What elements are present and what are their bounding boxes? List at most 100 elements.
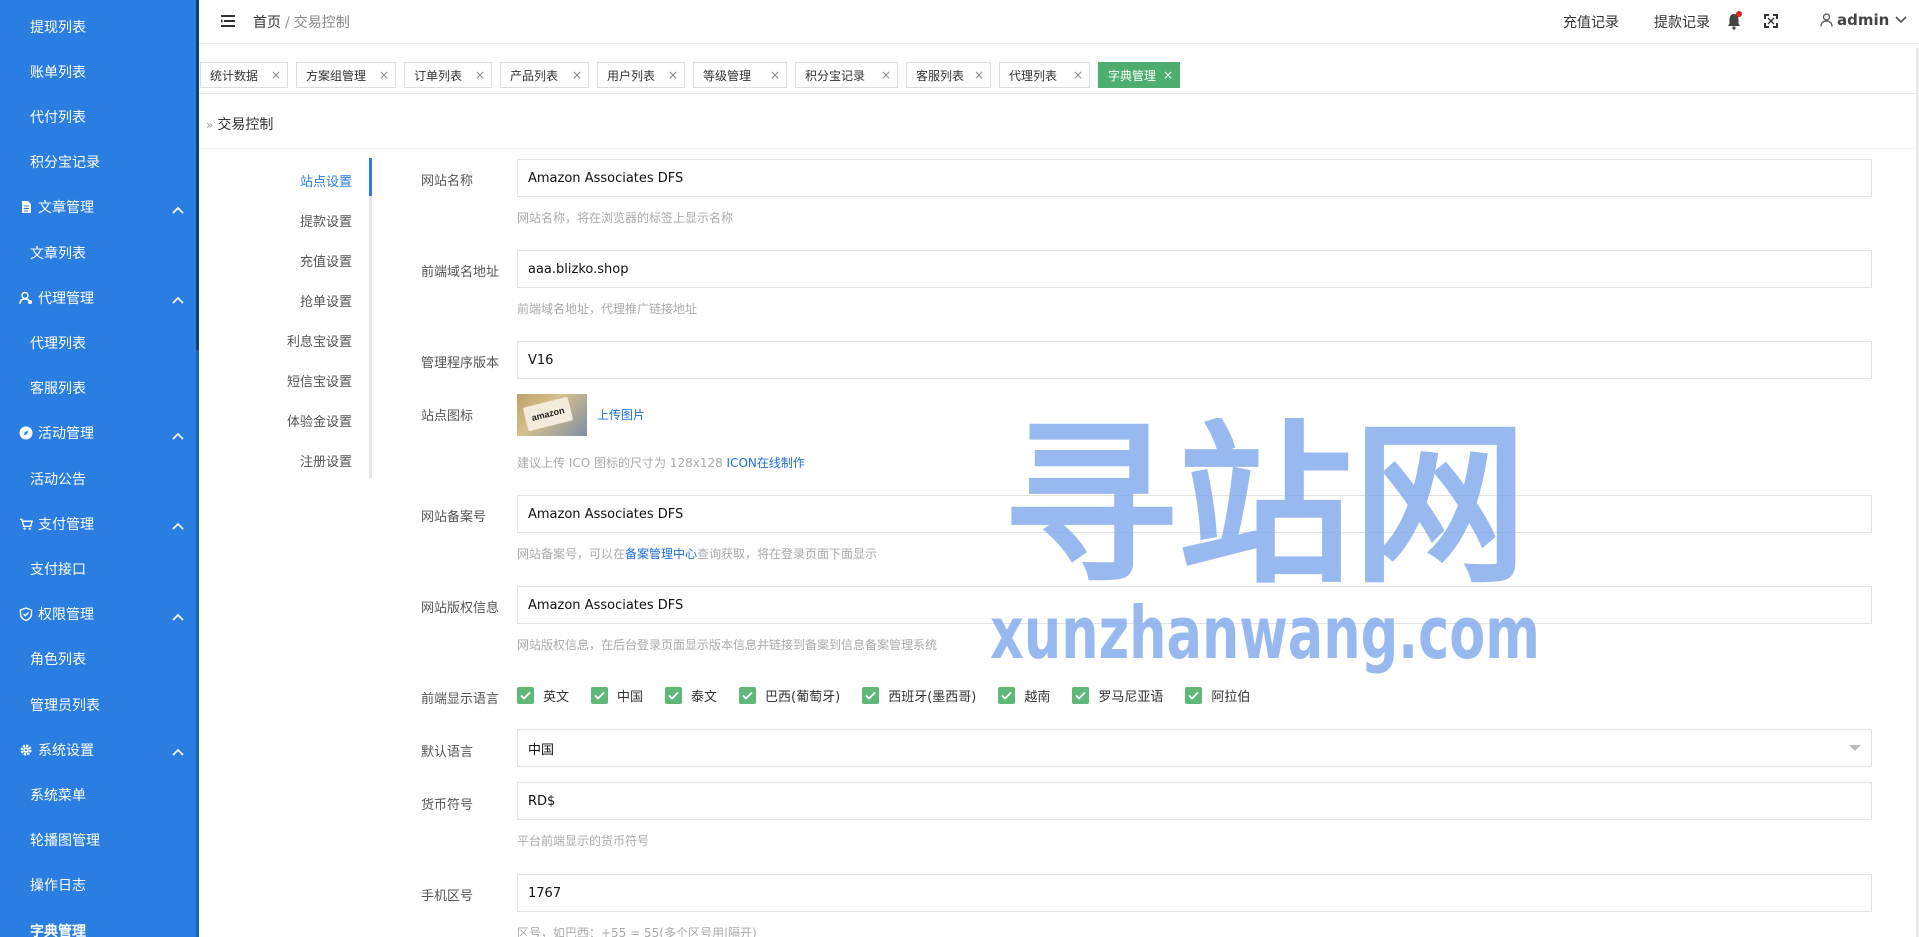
- settings-tab[interactable]: 抢单设置: [300, 291, 352, 310]
- language-checkbox[interactable]: 阿拉伯: [1185, 686, 1250, 705]
- tab-label: 方案组管理: [306, 68, 367, 83]
- tab-label: 代理列表: [1009, 68, 1058, 83]
- user-menu[interactable]: admin: [1820, 11, 1911, 29]
- upload-image-link[interactable]: 上传图片: [597, 406, 645, 423]
- sidebar-group[interactable]: 支付管理: [0, 501, 196, 546]
- sidebar-item[interactable]: 系统菜单: [0, 772, 196, 817]
- language-checkbox[interactable]: 中国: [591, 686, 643, 705]
- withdraw-records-link[interactable]: 提款记录: [1654, 12, 1710, 32]
- phone-code-input[interactable]: 1767: [517, 874, 1872, 912]
- sidebar-item[interactable]: 文章列表: [0, 230, 196, 275]
- tab-item[interactable]: 产品列表 ×: [500, 62, 589, 88]
- copyright-help: 网站版权信息，在后台登录页面显示版本信息并链接到备案到信息备案管理系统: [517, 638, 938, 652]
- close-icon[interactable]: ×: [1073, 68, 1083, 82]
- tab-item[interactable]: 代理列表 ×: [999, 62, 1090, 88]
- sidebar-group[interactable]: 权限管理: [0, 592, 196, 637]
- sidebar-item[interactable]: 角色列表: [0, 637, 196, 682]
- close-icon[interactable]: ×: [379, 68, 389, 82]
- sidebar-item[interactable]: 账单列表: [0, 49, 196, 94]
- close-icon[interactable]: ×: [974, 68, 984, 82]
- default-language-value: 中国: [528, 742, 555, 758]
- domain-help: 前端域名地址，代理推广链接地址: [517, 302, 698, 316]
- tab-item[interactable]: 方案组管理 ×: [296, 62, 396, 88]
- version-input[interactable]: V16: [517, 341, 1872, 379]
- site-icon-image[interactable]: amazon: [517, 394, 587, 436]
- language-checkbox[interactable]: 泰文: [665, 686, 717, 705]
- tab-item[interactable]: 等级管理 ×: [693, 62, 787, 88]
- language-label: 前端显示语言: [421, 692, 500, 707]
- chevron-up-icon[interactable]: [172, 292, 184, 304]
- language-checkbox[interactable]: 罗马尼亚语: [1072, 686, 1163, 705]
- site-icon-help: 建议上传 ICO 图标的尺寸为 128x128 ICON在线制作: [517, 454, 805, 471]
- sidebar-group[interactable]: 活动管理: [0, 411, 196, 456]
- chevron-up-icon[interactable]: [172, 518, 184, 530]
- settings-tab[interactable]: 站点设置: [300, 171, 352, 190]
- chevron-up-icon[interactable]: [172, 609, 184, 621]
- settings-tab[interactable]: 充值设置: [300, 251, 352, 270]
- sidebar-item[interactable]: 支付接口: [0, 546, 196, 591]
- sidebar-item[interactable]: 轮播图管理: [0, 818, 196, 863]
- default-language-label: 默认语言: [421, 745, 474, 760]
- sidebar-item[interactable]: 字典管理: [0, 908, 196, 937]
- close-icon[interactable]: ×: [271, 68, 281, 82]
- settings-tab[interactable]: 注册设置: [300, 451, 352, 470]
- sidebar-scrollbar[interactable]: [196, 0, 199, 937]
- menu-toggle-icon[interactable]: [221, 14, 237, 28]
- sidebar-item-label: 活动管理: [38, 426, 94, 443]
- site-name-input[interactable]: Amazon Associates DFS: [517, 159, 1872, 197]
- sidebar-item-label: 提现列表: [30, 19, 86, 36]
- settings-tab[interactable]: 短信宝设置: [287, 371, 352, 390]
- beian-center-link[interactable]: 备案管理中心: [625, 547, 697, 561]
- dropdown-arrow-icon: [1849, 745, 1861, 751]
- sidebar-item[interactable]: 客服列表: [0, 366, 196, 411]
- sidebar-item[interactable]: 管理员列表: [0, 682, 196, 727]
- sidebar-item[interactable]: 积分宝记录: [0, 140, 196, 185]
- breadcrumb-home[interactable]: 首页: [253, 15, 281, 31]
- language-checkbox[interactable]: 西班牙(墨西哥): [862, 686, 976, 705]
- tab-item[interactable]: 客服列表 ×: [906, 62, 991, 88]
- chevron-up-icon[interactable]: [172, 744, 184, 756]
- fullscreen-icon[interactable]: [1764, 14, 1778, 28]
- tab-item[interactable]: 订单列表 ×: [404, 62, 492, 88]
- sidebar-item[interactable]: 代理列表: [0, 320, 196, 365]
- copyright-input[interactable]: Amazon Associates DFS: [517, 586, 1872, 624]
- settings-tab[interactable]: 体验金设置: [287, 411, 352, 430]
- sidebar-item-label: 字典管理: [30, 923, 86, 937]
- sidebar-item[interactable]: 活动公告: [0, 456, 196, 501]
- tab-label: 订单列表: [414, 68, 463, 83]
- sidebar-item-label: 操作日志: [30, 878, 86, 895]
- close-icon[interactable]: ×: [1163, 68, 1173, 82]
- close-icon[interactable]: ×: [475, 68, 485, 82]
- beian-input[interactable]: Amazon Associates DFS: [517, 495, 1872, 533]
- tab-label: 用户列表: [607, 68, 656, 83]
- sidebar-group[interactable]: 系统设置: [0, 727, 196, 772]
- close-icon[interactable]: ×: [770, 68, 780, 82]
- language-checkbox[interactable]: 越南: [998, 686, 1050, 705]
- recharge-records-link[interactable]: 充值记录: [1563, 12, 1619, 32]
- tab-item[interactable]: 积分宝记录 ×: [795, 62, 898, 88]
- sidebar-item[interactable]: 代付列表: [0, 94, 196, 139]
- chevron-up-icon[interactable]: [172, 428, 184, 440]
- sidebar-item[interactable]: 提现列表: [0, 4, 196, 49]
- language-checkbox[interactable]: 英文: [517, 686, 569, 705]
- currency-input[interactable]: RD$: [517, 782, 1872, 820]
- tab-item[interactable]: 字典管理 ×: [1098, 62, 1180, 88]
- settings-tab[interactable]: 利息宝设置: [287, 331, 352, 350]
- language-checkbox[interactable]: 巴西(葡萄牙): [739, 686, 840, 705]
- default-language-select[interactable]: 中国: [517, 729, 1872, 767]
- page-heading: » 交易控制: [199, 114, 273, 134]
- close-icon[interactable]: ×: [881, 68, 891, 82]
- sidebar-group[interactable]: 文章管理: [0, 185, 196, 230]
- tab-item[interactable]: 统计数据 ×: [200, 62, 288, 88]
- domain-input[interactable]: aaa.blizko.shop: [517, 250, 1872, 288]
- sidebar-item-label: 客服列表: [30, 381, 86, 398]
- chevron-up-icon[interactable]: [172, 202, 184, 214]
- icon-maker-link[interactable]: ICON在线制作: [727, 456, 805, 470]
- sidebar-group[interactable]: 代理管理: [0, 275, 196, 320]
- settings-tab[interactable]: 提款设置: [300, 211, 352, 230]
- close-icon[interactable]: ×: [572, 68, 582, 82]
- sidebar-item[interactable]: 操作日志: [0, 863, 196, 908]
- close-icon[interactable]: ×: [668, 68, 678, 82]
- tab-item[interactable]: 用户列表 ×: [597, 62, 685, 88]
- sidebar-scrollbar-thumb[interactable]: [196, 0, 199, 350]
